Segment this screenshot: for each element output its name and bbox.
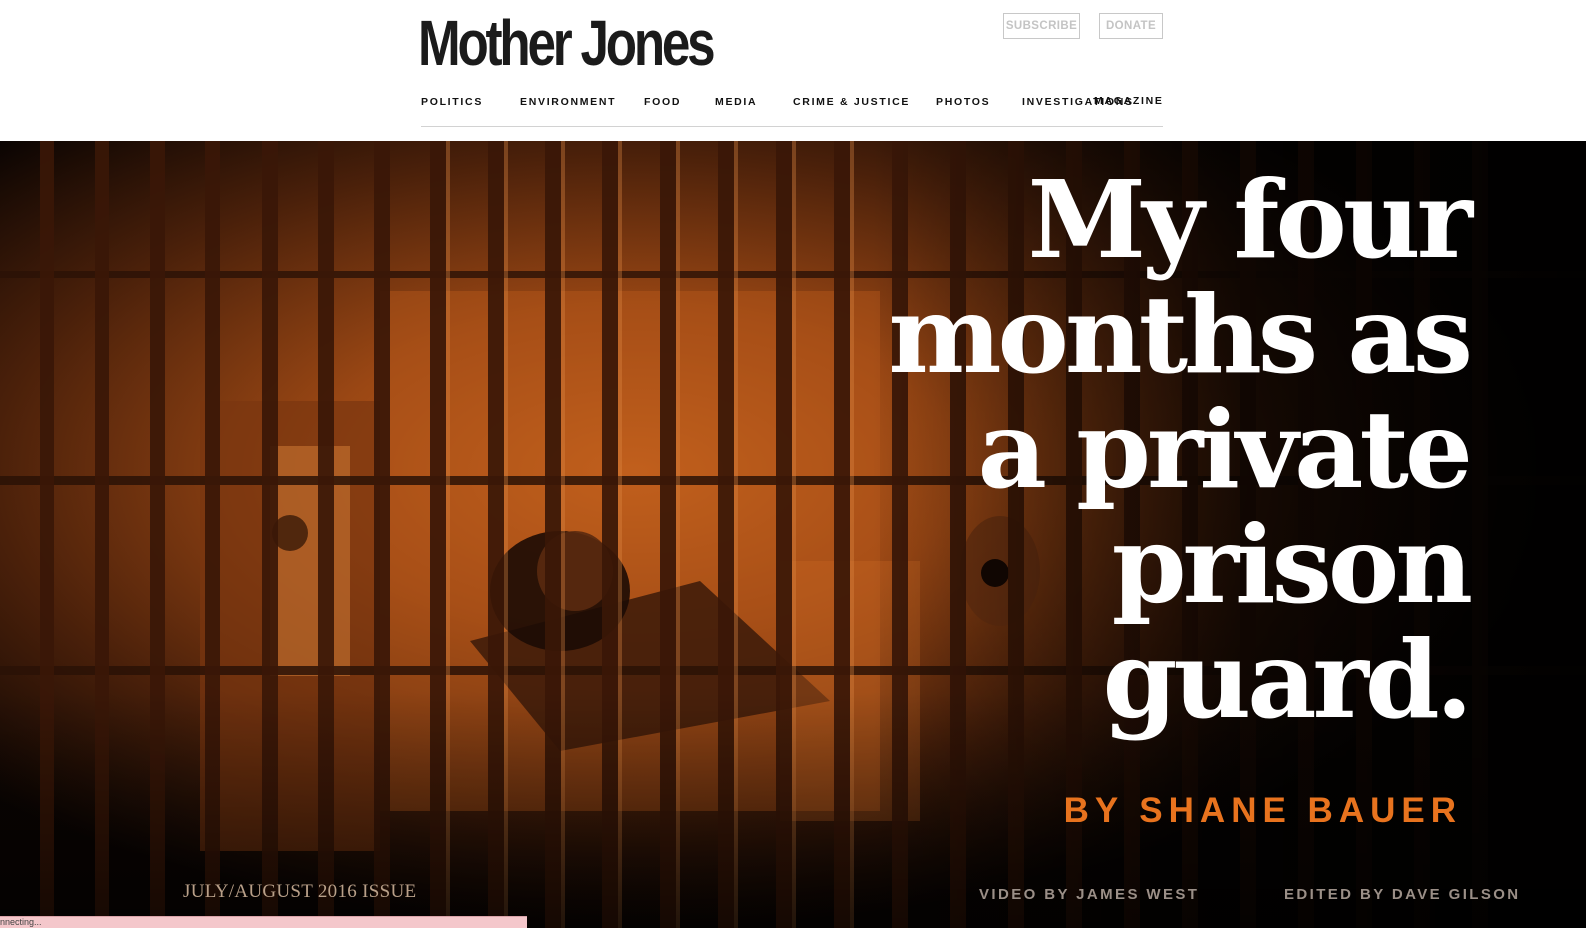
browser-status-bar: nnecting...: [0, 916, 527, 928]
nav-divider: [421, 126, 1163, 127]
author-byline: BY SHANE BAUER: [1063, 791, 1462, 830]
headline-line: My four: [1027, 158, 1473, 283]
headline-line: guard.: [1102, 618, 1473, 743]
issue-label: JULY/AUGUST 2016 ISSUE: [183, 881, 417, 902]
site-logo[interactable]: Mother Jones: [418, 4, 716, 82]
nav-item-magazine[interactable]: MAGAZINE: [1094, 94, 1164, 108]
nav-item-politics[interactable]: POLITICS: [421, 95, 483, 109]
hero-banner[interactable]: My four months as a private prison guard…: [0, 141, 1586, 928]
donate-button[interactable]: DONATE: [1099, 13, 1163, 39]
hero-headline[interactable]: My four months as a private prison guard…: [888, 158, 1473, 743]
nav-item-crime-justice[interactable]: CRIME & JUSTICE: [793, 95, 910, 109]
headline-line: prison: [1111, 503, 1473, 628]
headline-line: months as: [888, 273, 1473, 398]
subscribe-button[interactable]: SUBSCRIBE: [1003, 13, 1080, 39]
nav-item-environment[interactable]: ENVIRONMENT: [520, 95, 616, 109]
video-credit: VIDEO BY JAMES WEST: [979, 886, 1200, 903]
editor-credit: EDITED BY DAVE GILSON: [1284, 886, 1521, 903]
nav-item-food[interactable]: FOOD: [644, 95, 681, 109]
nav-item-media[interactable]: MEDIA: [715, 95, 757, 109]
main-nav: POLITICS ENVIRONMENT FOOD MEDIA CRIME & …: [421, 95, 1163, 109]
nav-item-photos[interactable]: PHOTOS: [936, 95, 990, 109]
site-header: Mother Jones SUBSCRIBE DONATE POLITICS E…: [0, 0, 1586, 141]
headline-line: a private: [977, 388, 1473, 513]
